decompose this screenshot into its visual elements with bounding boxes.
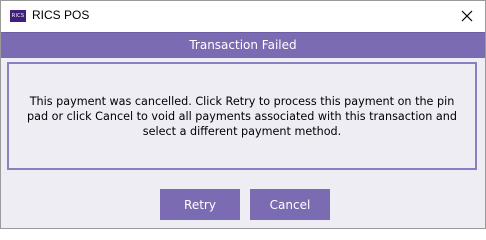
dialog-content: This payment was cancelled. Click Retry … bbox=[1, 58, 485, 228]
message-panel: This payment was cancelled. Click Retry … bbox=[7, 62, 477, 170]
cancel-button[interactable]: Cancel bbox=[250, 189, 330, 220]
close-icon bbox=[461, 10, 473, 22]
close-button[interactable] bbox=[455, 4, 479, 28]
retry-button[interactable]: Retry bbox=[160, 189, 240, 220]
title-bar[interactable]: RICS RICS POS bbox=[1, 1, 485, 31]
dialog-window: RICS RICS POS Transaction Failed This pa… bbox=[0, 0, 486, 229]
dialog-header: Transaction Failed bbox=[1, 32, 485, 58]
message-text: This payment was cancelled. Click Retry … bbox=[27, 94, 457, 138]
rics-logo-icon: RICS bbox=[10, 10, 26, 22]
window-title: RICS POS bbox=[32, 8, 90, 22]
